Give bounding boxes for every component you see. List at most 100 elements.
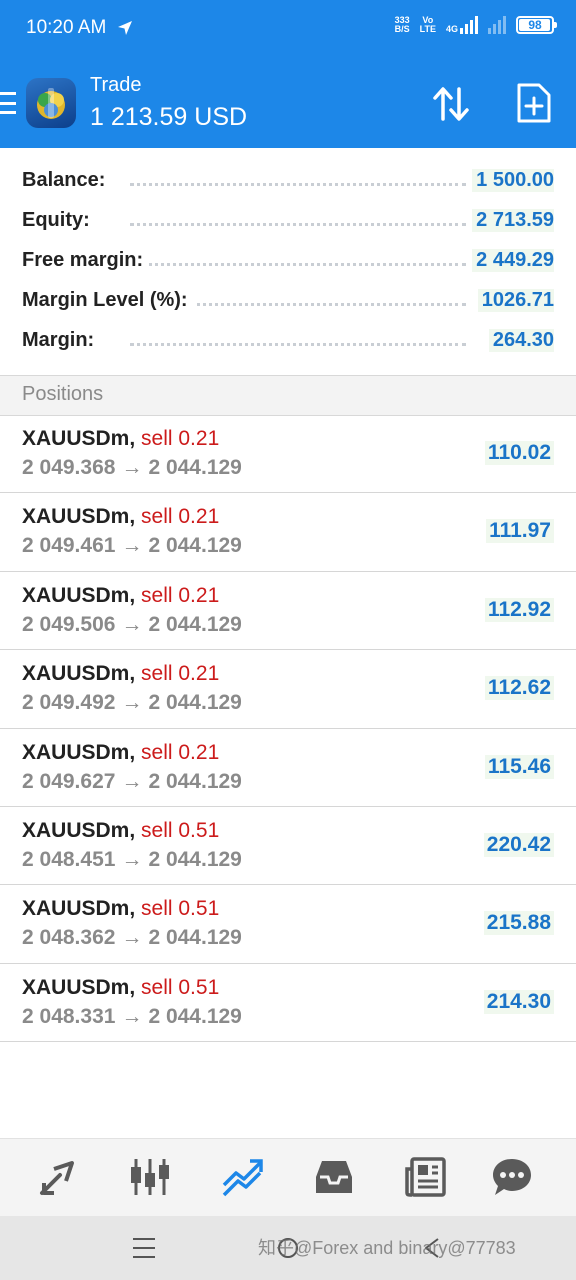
signal-bars-icon-secondary	[488, 16, 506, 34]
summary-label: Margin:	[22, 329, 101, 352]
summary-value: 1 500.00	[472, 169, 554, 192]
position-row[interactable]: XAUUSDm, sell 0.21 2 049.368 → 2 044.129 1…	[0, 415, 576, 494]
position-side: sell 0.21	[141, 583, 220, 607]
summary-label: Equity:	[22, 209, 96, 232]
arrow-icon: →	[121, 612, 143, 636]
messages-icon[interactable]	[490, 1155, 534, 1199]
summary-value: 264.30	[488, 329, 554, 352]
summary-row-balance: Balance: 1 500.00	[0, 160, 576, 200]
chart-icon[interactable]	[128, 1155, 172, 1199]
status-bar: 10:20 AM 333 B/S Vo LTE 4G 98	[0, 0, 576, 58]
signal-4g: 4G	[446, 16, 478, 34]
trade-icon[interactable]	[220, 1155, 264, 1199]
account-summary: Balance: 1 500.00 Equity: 2 713.59 Free …	[0, 160, 576, 360]
summary-row-free-margin: Free margin: 2 449.29	[0, 240, 576, 280]
open-price: 2 049.506	[22, 612, 116, 636]
summary-value: 1026.71	[477, 289, 554, 312]
signal-bars-icon	[460, 16, 478, 34]
history-icon[interactable]	[312, 1155, 356, 1199]
menu-icon[interactable]	[0, 92, 16, 114]
position-profit: 115.46	[484, 754, 554, 779]
watermark: 知乎@Forex and binary@77783	[258, 1238, 516, 1258]
open-price: 2 048.331	[22, 1004, 116, 1028]
position-row[interactable]: XAUUSDm, sell 0.21 2 049.627 → 2 044.129 1…	[0, 729, 576, 807]
position-row[interactable]: XAUUSDm, sell 0.21 2 049.461 → 2 044.129 1…	[0, 493, 576, 572]
position-profit: 112.92	[484, 597, 554, 622]
position-profit: 112.62	[484, 676, 554, 701]
summary-row-equity: Equity: 2 713.59	[0, 200, 576, 240]
bottom-nav	[0, 1138, 576, 1216]
positions-header: Positions	[0, 376, 576, 415]
position-profit: 215.88	[483, 911, 554, 936]
summary-row-margin-level: Margin Level (%): 1026.71	[0, 280, 576, 320]
position-profit: 220.42	[483, 832, 554, 857]
recent-apps-button[interactable]	[133, 1238, 155, 1258]
position-row[interactable]: XAUUSDm, sell 0.21 2 049.492 → 2 044.129 1…	[0, 650, 576, 729]
open-price: 2 049.461	[22, 534, 116, 558]
open-price: 2 048.451	[22, 847, 116, 871]
current-price: 2 044.129	[148, 1004, 242, 1028]
page-title: Trade	[90, 74, 142, 96]
dotted-leader	[130, 223, 466, 226]
dotted-leader	[130, 183, 466, 186]
location-arrow-icon	[118, 21, 132, 35]
open-price: 2 049.492	[22, 691, 116, 715]
summary-label: Balance:	[22, 169, 112, 192]
position-symbol: XAUUSDm,	[22, 505, 136, 529]
arrow-icon: →	[121, 456, 143, 479]
position-row[interactable]: XAUUSDm, sell 0.21 2 049.506 → 2 044.129 1…	[0, 572, 576, 651]
summary-label: Free margin:	[22, 249, 150, 272]
current-price: 2 044.129	[148, 456, 242, 479]
summary-row-margin: Margin: 264.30	[0, 320, 576, 360]
summary-value: 2 713.59	[472, 209, 554, 232]
position-side: sell 0.21	[141, 427, 220, 450]
arrow-icon: →	[121, 769, 143, 793]
current-price: 2 044.129	[148, 612, 242, 636]
open-price: 2 048.362	[22, 926, 116, 950]
battery-icon: 98	[516, 16, 557, 34]
current-price: 2 044.129	[148, 769, 242, 793]
position-row[interactable]: XAUUSDm, sell 0.51 2 048.331 → 2 044.129 2…	[0, 964, 576, 1043]
position-row[interactable]: XAUUSDm, sell 0.51 2 048.362 → 2 044.129 2…	[0, 885, 576, 964]
status-indicators: 333 B/S Vo LTE 4G 98	[394, 15, 557, 34]
volte-indicator: Vo LTE	[419, 15, 436, 34]
status-time: 10:20 AM	[26, 17, 107, 38]
current-price: 2 044.129	[148, 691, 242, 715]
system-nav-bar: 知乎@Forex and binary@77783	[0, 1216, 576, 1280]
battery-level: 98	[528, 18, 542, 32]
app-logo-icon	[37, 88, 65, 119]
summary-value: 2 449.29	[472, 249, 554, 272]
position-side: sell 0.51	[141, 975, 220, 999]
app-logo	[26, 78, 76, 128]
header-balance: 1 213.59 USD	[90, 103, 248, 131]
open-price: 2 049.368	[22, 456, 116, 479]
position-symbol: XAUUSDm,	[22, 740, 136, 764]
position-symbol: XAUUSDm,	[22, 662, 136, 686]
dotted-leader	[130, 343, 466, 346]
position-profit: 214.30	[483, 989, 554, 1014]
open-price: 2 049.627	[22, 769, 116, 793]
app-bar: Trade 1 213.59 USD	[0, 58, 576, 148]
position-side: sell 0.51	[141, 818, 220, 842]
net-speed: 333 B/S	[394, 15, 410, 34]
current-price: 2 044.129	[148, 847, 242, 871]
arrow-icon: →	[121, 1004, 143, 1028]
sort-icon[interactable]	[430, 83, 472, 125]
position-side: sell 0.21	[141, 740, 220, 764]
arrow-icon: →	[121, 926, 143, 950]
position-symbol: XAUUSDm,	[22, 583, 136, 607]
position-symbol: XAUUSDm,	[22, 818, 136, 842]
arrow-icon: →	[121, 534, 143, 558]
position-row[interactable]: XAUUSDm, sell 0.51 2 048.451 → 2 044.129 2…	[0, 807, 576, 886]
position-profit: 111.97	[486, 519, 554, 544]
arrow-icon: →	[121, 691, 143, 715]
position-side: sell 0.21	[141, 662, 220, 686]
dotted-leader	[130, 263, 466, 266]
position-side: sell 0.21	[141, 505, 220, 529]
positions-list: XAUUSDm, sell 0.21 2 049.368 → 2 044.129 1…	[0, 415, 576, 1043]
summary-label: Margin Level (%):	[22, 289, 194, 312]
quotes-icon[interactable]	[36, 1155, 80, 1199]
new-order-icon[interactable]	[516, 82, 552, 124]
position-profit: 110.02	[484, 441, 554, 465]
news-icon[interactable]	[404, 1155, 448, 1199]
